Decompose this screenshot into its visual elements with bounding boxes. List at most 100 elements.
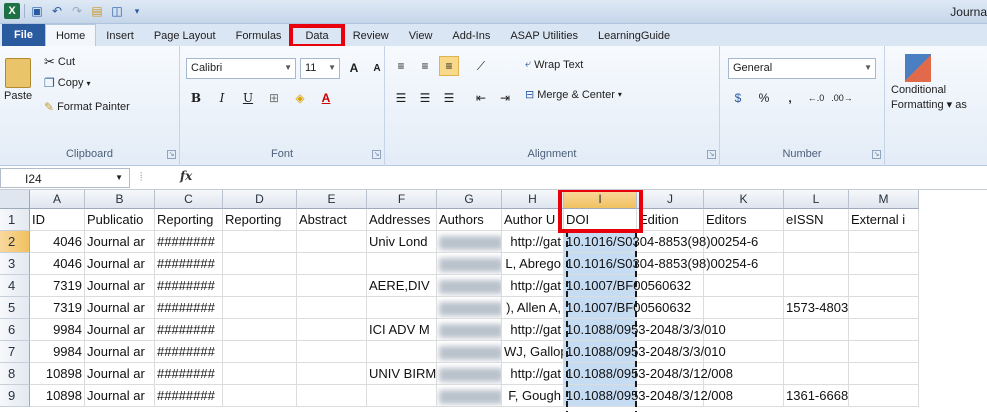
cell-addresses[interactable]: AERE,DIV <box>367 275 437 297</box>
tab-insert[interactable]: Insert <box>96 26 144 46</box>
redo-icon[interactable]: ↷ <box>69 3 85 19</box>
decrease-indent-icon[interactable]: ⇤ <box>471 88 491 108</box>
cell-author-url[interactable]: WJ, Gallop <box>502 341 564 363</box>
cell-author-url[interactable]: http://gat <box>502 231 564 253</box>
tab-add-ins[interactable]: Add-Ins <box>442 26 500 46</box>
cell-addresses[interactable] <box>367 385 437 407</box>
cell-eissn[interactable] <box>784 275 849 297</box>
row-header[interactable]: 6 <box>0 319 30 341</box>
row-header[interactable]: 4 <box>0 275 30 297</box>
dialog-launcher-icon[interactable]: ↘ <box>707 150 716 159</box>
italic-button[interactable]: I <box>212 88 232 108</box>
cell-addresses[interactable]: Univ Lond <box>367 231 437 253</box>
row-header[interactable]: 5 <box>0 297 30 319</box>
cell-id[interactable]: 10898 <box>30 363 85 385</box>
decrease-decimal-icon[interactable]: .00→ <box>831 88 853 108</box>
header-cell-abstract[interactable]: Abstract <box>297 209 367 231</box>
cell-authors[interactable] <box>437 231 502 253</box>
tab-data[interactable]: Data <box>289 24 345 48</box>
cell-doi[interactable]: 10.1088/0953-2048/3/3/010 <box>564 319 726 341</box>
cell-authors[interactable] <box>437 363 502 385</box>
header-cell-rep1[interactable]: Reporting <box>155 209 223 231</box>
cell-reporting-date[interactable]: ######## <box>155 363 223 385</box>
cell-empty[interactable] <box>297 385 367 407</box>
cell-empty[interactable] <box>704 275 784 297</box>
row-header[interactable]: 2 <box>0 231 30 253</box>
cell-author-url[interactable]: http://gat <box>502 319 564 341</box>
header-cell-editors[interactable]: Editors <box>704 209 784 231</box>
tab-asap-utilities[interactable]: ASAP Utilities <box>500 26 588 46</box>
cell-eissn[interactable]: 1361-6668 <box>784 385 849 407</box>
cell-id[interactable]: 9984 <box>30 341 85 363</box>
underline-button[interactable]: U <box>238 88 258 108</box>
cell-empty[interactable] <box>223 297 297 319</box>
column-header-h[interactable]: H <box>502 190 564 209</box>
borders-icon[interactable]: ⊞ <box>264 88 284 108</box>
cell-author-url[interactable]: F, Gough <box>502 385 564 407</box>
row-header[interactable]: 9 <box>0 385 30 407</box>
cell-addresses[interactable] <box>367 253 437 275</box>
cell-empty[interactable] <box>297 363 367 385</box>
cell-publication-type[interactable]: Journal ar <box>85 363 155 385</box>
cell-id[interactable]: 7319 <box>30 297 85 319</box>
format-painter-button[interactable]: ✎ Format Painter <box>44 100 130 114</box>
name-box[interactable]: I24 ▼ <box>0 168 130 188</box>
cell-authors[interactable] <box>437 341 502 363</box>
cell-addresses[interactable] <box>367 297 437 319</box>
align-left-icon[interactable]: ☰ <box>391 88 411 108</box>
cell-doi[interactable]: 10.1007/BF00560632 <box>564 275 691 297</box>
cell-empty[interactable] <box>849 385 919 407</box>
cell-id[interactable]: 4046 <box>30 253 85 275</box>
cell-addresses[interactable] <box>367 341 437 363</box>
currency-icon[interactable]: $ <box>728 88 748 108</box>
cell-empty[interactable] <box>849 363 919 385</box>
cell-author-url[interactable]: http://gat <box>502 275 564 297</box>
font-color-icon[interactable]: A <box>316 88 336 108</box>
align-bottom-icon[interactable]: ≡ <box>439 56 459 76</box>
cell-publication-type[interactable]: Journal ar <box>85 297 155 319</box>
shrink-font-icon[interactable]: A <box>367 58 387 78</box>
column-header-l[interactable]: L <box>784 190 849 209</box>
header-cell-doi[interactable]: DOI <box>564 209 637 231</box>
header-cell-rep2[interactable]: Reporting <box>223 209 297 231</box>
print-preview-icon[interactable]: ◫ <box>109 3 125 19</box>
row-header[interactable]: 3 <box>0 253 30 275</box>
cell-doi[interactable]: 10.1007/BF00560632 <box>564 297 691 319</box>
font-size-combo[interactable]: 11 ▼ <box>300 58 340 79</box>
cell-empty[interactable] <box>849 341 919 363</box>
cell-authors[interactable] <box>437 253 502 275</box>
font-name-combo[interactable]: Calibri ▼ <box>186 58 296 79</box>
tab-home[interactable]: Home <box>44 24 97 46</box>
cell-empty[interactable] <box>223 253 297 275</box>
cell-publication-type[interactable]: Journal ar <box>85 275 155 297</box>
tab-view[interactable]: View <box>399 26 443 46</box>
column-header-j[interactable]: J <box>637 190 704 209</box>
cell-doi[interactable]: 10.1016/S0304-8853(98)00254-6 <box>564 231 758 253</box>
column-header-a[interactable]: A <box>30 190 85 209</box>
number-format-combo[interactable]: General ▼ <box>728 58 876 79</box>
column-header-e[interactable]: E <box>297 190 367 209</box>
cell-authors[interactable] <box>437 319 502 341</box>
cell-reporting-date[interactable]: ######## <box>155 297 223 319</box>
cell-publication-type[interactable]: Journal ar <box>85 341 155 363</box>
undo-icon[interactable]: ↶ <box>49 3 65 19</box>
cell-authors[interactable] <box>437 275 502 297</box>
comma-button[interactable]: , <box>780 88 800 108</box>
dialog-launcher-icon[interactable]: ↘ <box>167 150 176 159</box>
cell-publication-type[interactable]: Journal ar <box>85 319 155 341</box>
column-header-f[interactable]: F <box>367 190 437 209</box>
cell-authors[interactable] <box>437 297 502 319</box>
cell-empty[interactable] <box>849 319 919 341</box>
cell-author-url[interactable]: ), Allen A, <box>502 297 564 319</box>
cell-id[interactable]: 4046 <box>30 231 85 253</box>
cell-empty[interactable] <box>704 297 784 319</box>
spreadsheet-grid[interactable]: A B C D E F G H I J K L M 1 ID Publicatio Reporting Repor… <box>0 190 987 412</box>
cell-empty[interactable] <box>849 275 919 297</box>
cell-doi[interactable]: 10.1088/0953-2048/3/3/010 <box>564 341 726 363</box>
cell-empty[interactable] <box>849 231 919 253</box>
cell-empty[interactable] <box>849 297 919 319</box>
cell-empty[interactable] <box>223 385 297 407</box>
cell-empty[interactable] <box>297 319 367 341</box>
column-header-b[interactable]: B <box>85 190 155 209</box>
align-center-icon[interactable]: ☰ <box>415 88 435 108</box>
